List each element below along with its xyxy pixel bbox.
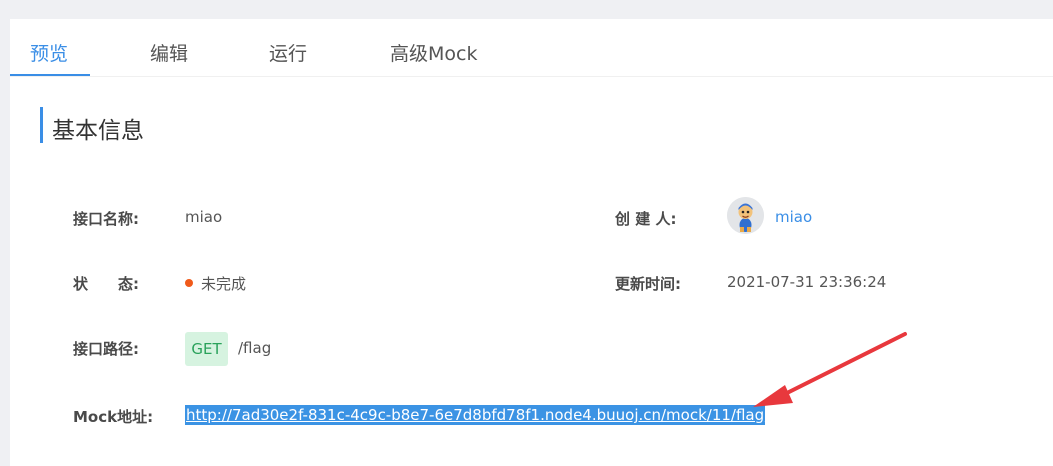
tab-run[interactable]: 运行 (269, 39, 307, 66)
updated-time-value: 2021-07-31 23:36:24 (727, 273, 887, 291)
status-value: 未完成 (201, 275, 247, 293)
creator-label: 创 建 人: (615, 210, 677, 228)
tab-advanced-mock[interactable]: 高级Mock (390, 39, 477, 66)
section-accent-bar (40, 107, 43, 143)
active-tab-indicator (10, 74, 90, 76)
creator-link[interactable]: miao (775, 208, 812, 226)
updated-time-label: 更新时间: (615, 275, 681, 293)
interface-detail-panel: 预览 编辑 运行 高级Mock 基本信息 接口名称: miao 创 建 人: m… (10, 19, 1053, 466)
path-label: 接口路径: (73, 340, 139, 358)
tab-bar-divider (10, 76, 1053, 77)
mock-label: Mock地址: (73, 408, 154, 426)
tab-preview[interactable]: 预览 (30, 39, 68, 66)
mock-url-link[interactable]: http://7ad30e2f-831c-4c9c-b8e7-6e7d8bfd7… (185, 405, 766, 425)
name-value: miao (185, 208, 223, 226)
user-avatar-icon[interactable] (727, 197, 764, 234)
tab-edit[interactable]: 编辑 (150, 39, 188, 66)
method-badge: GET (185, 332, 228, 366)
path-value: /flag (238, 339, 272, 357)
status-dot-icon (185, 279, 193, 287)
red-arrow-icon (753, 332, 907, 407)
name-label: 接口名称: (73, 210, 139, 228)
section-title: 基本信息 (52, 118, 144, 144)
status-label: 状 态: (73, 275, 139, 293)
